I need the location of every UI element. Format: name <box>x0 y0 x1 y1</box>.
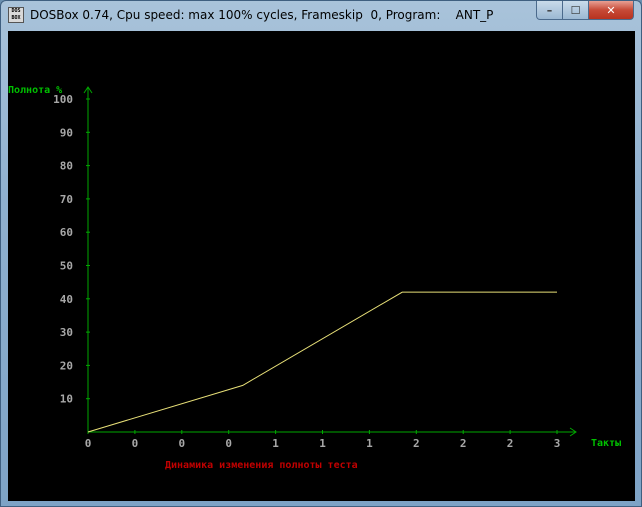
y-tick-label: 20 <box>60 359 73 372</box>
icon-label-top: DOS <box>11 8 21 14</box>
y-tick-label: 50 <box>60 260 73 273</box>
x-tick-label: 0 <box>178 437 185 450</box>
y-tick-label: 90 <box>60 126 73 139</box>
title-bar[interactable]: DOS BOX DOSBox 0.74, Cpu speed: max 100%… <box>1 1 641 31</box>
x-tick-label: 1 <box>319 437 326 450</box>
minimize-icon: – <box>546 3 553 17</box>
y-tick-label: 80 <box>60 160 73 173</box>
x-tick-label: 1 <box>272 437 279 450</box>
coverage-series-line <box>87 291 557 433</box>
maximize-icon: ☐ <box>570 3 581 17</box>
y-tick-label: 60 <box>60 226 73 239</box>
minimize-button[interactable]: – <box>536 1 563 20</box>
coverage-chart: 102030405060708090100 00001112223 Полнот… <box>8 85 621 471</box>
dosbox-window: DOS BOX DOSBox 0.74, Cpu speed: max 100%… <box>0 0 642 507</box>
y-tick-label: 10 <box>60 393 73 406</box>
y-tick-label: 30 <box>60 326 73 339</box>
x-tick-label: 3 <box>554 437 561 450</box>
chart-title: Динамика изменения полноты теста <box>165 460 358 471</box>
y-tick-label: 70 <box>60 193 73 206</box>
x-tick-label: 0 <box>85 437 92 450</box>
window-title: DOSBox 0.74, Cpu speed: max 100% cycles,… <box>30 8 494 22</box>
icon-label-bottom: BOX <box>11 15 21 21</box>
y-axis-label: Полнота % <box>8 85 62 96</box>
y-tick-label: 40 <box>60 293 73 306</box>
x-tick-label: 0 <box>132 437 139 450</box>
dos-screen[interactable]: 10 20 30 40 50 60 70 80 90 100 00001112223 Полнот… <box>8 31 635 501</box>
close-button[interactable]: ✕ <box>588 1 634 20</box>
x-tick-label: 1 <box>366 437 373 450</box>
x-axis-label: Такты <box>591 438 621 449</box>
x-tick-label: 2 <box>413 437 420 450</box>
close-icon: ✕ <box>606 3 616 17</box>
x-tick-label: 2 <box>460 437 467 450</box>
x-tick-label: 0 <box>225 437 232 450</box>
maximize-button[interactable]: ☐ <box>562 1 589 20</box>
x-tick-label: 2 <box>507 437 514 450</box>
dosbox-app-icon[interactable]: DOS BOX <box>8 7 24 23</box>
